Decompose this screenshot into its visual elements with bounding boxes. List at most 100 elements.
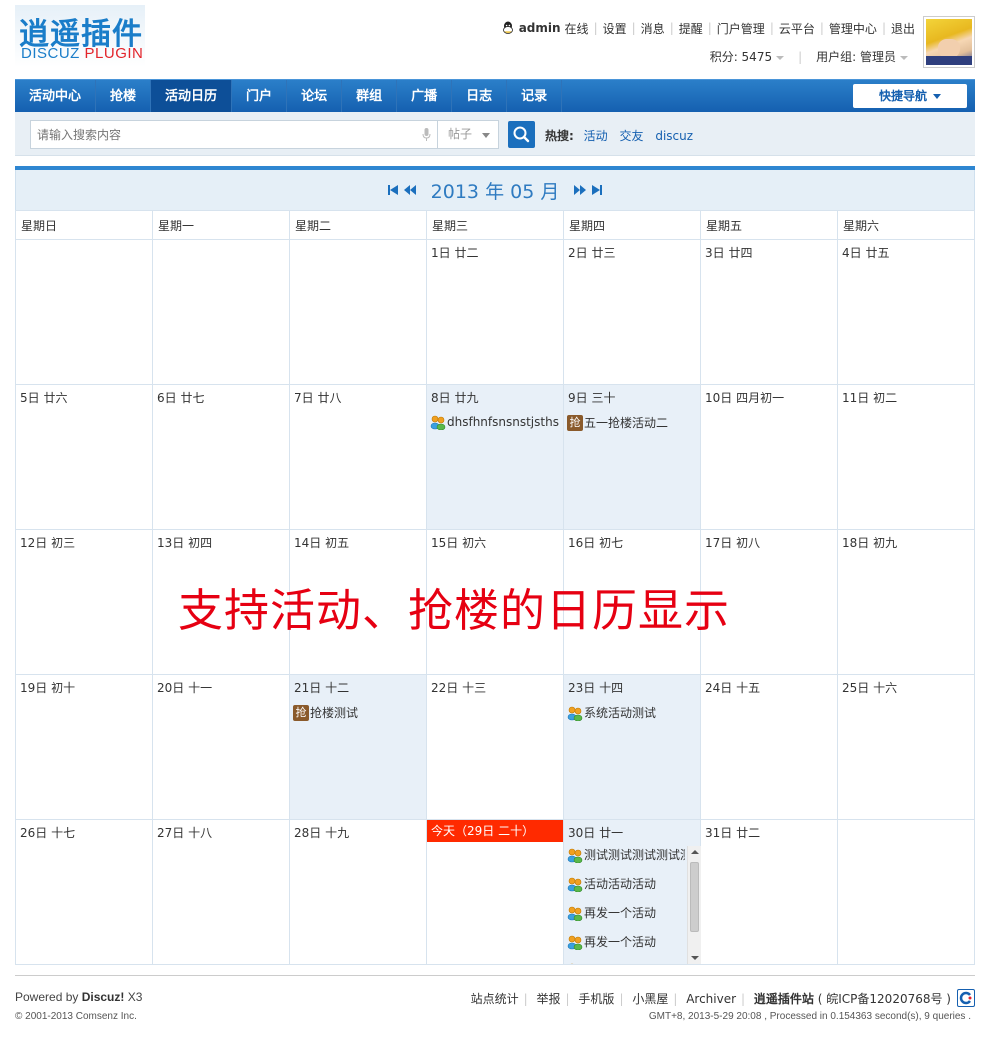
weekday-header: 星期日 [15, 210, 153, 240]
calendar-event-link[interactable]: 再发一个活动 [567, 933, 685, 950]
nav-item-portal[interactable]: 门户 [232, 80, 288, 113]
skip-forward-icon [592, 185, 603, 195]
footer-link-report[interactable]: 举报 [537, 992, 561, 1006]
divider: | [631, 21, 636, 35]
calendar-day-cell: 21日 十二抢抢楼测试 [289, 674, 427, 820]
user-bar: admin 在线 | 设置 | 消息 | 提醒 | 门户管理 | 云平台 | 管… [501, 20, 915, 36]
calendar-day-cell: 31日 廿二 [700, 819, 838, 965]
admin-center-link[interactable]: 管理中心 [829, 20, 877, 37]
discuz-link[interactable]: Discuz! [82, 990, 125, 1004]
calendar-day-cell: 30日 廿一测试测试测试测试测试活动活动活动再发一个活动再发一个活动 [563, 819, 701, 965]
nav-item-qianglou[interactable]: 抢楼 [96, 80, 152, 113]
footer-link-archiver[interactable]: Archiver [686, 992, 736, 1006]
cnzz-stats-icon[interactable] [957, 989, 975, 1007]
portal-admin-link[interactable]: 门户管理 [717, 20, 765, 37]
hot-term-link[interactable]: 交友 [619, 129, 643, 143]
search-input[interactable] [31, 121, 411, 148]
day-event-scroll-list[interactable]: 测试测试测试测试测试活动活动活动再发一个活动再发一个活动 [567, 846, 701, 964]
credits-text: 积分: 5475 [709, 50, 773, 64]
calendar-event-link[interactable]: 再发一个活动 [567, 904, 685, 921]
day-label: 21日 十二 [294, 681, 350, 695]
event-list-scrollbar[interactable] [687, 846, 701, 964]
scroll-down-arrow-icon[interactable] [691, 956, 699, 960]
cloud-platform-link[interactable]: 云平台 [779, 20, 815, 37]
day-label: 14日 初五 [294, 536, 350, 550]
day-label: 9日 三十 [568, 391, 616, 405]
hot-term-link[interactable]: discuz [655, 129, 693, 143]
nav-item-activity-calendar[interactable]: 活动日历 [151, 80, 233, 113]
search-button[interactable] [508, 121, 535, 148]
credits-dropdown[interactable]: 积分: 5475 [709, 48, 785, 65]
nav-item-records[interactable]: 记录 [507, 80, 563, 113]
divider: | [741, 992, 746, 1006]
activity-people-icon [567, 848, 583, 863]
next-month-button[interactable] [573, 184, 587, 196]
calendar-day-cell [152, 239, 290, 385]
calendar-event-title: 再发一个活动 [584, 935, 657, 949]
day-label: 13日 初四 [157, 536, 213, 550]
main-nav: 活动中心 抢楼 活动日历 门户 论坛 群组 广播 日志 记录 快捷导航 [15, 79, 975, 113]
quick-nav-button[interactable]: 快捷导航 [853, 84, 967, 108]
day-label: 26日 十七 [20, 826, 76, 840]
day-label: 28日 十九 [294, 826, 350, 840]
today-day-label: 今天（29日 二十） [427, 820, 563, 842]
calendar-event-link[interactable]: 测试测试测试测试测试 [567, 846, 685, 863]
prev-month-button[interactable] [403, 184, 417, 196]
weekday-header: 星期五 [700, 210, 838, 240]
qianglou-icon: 抢 [293, 704, 309, 721]
scroll-up-arrow-icon[interactable] [691, 850, 699, 854]
last-month-button[interactable] [591, 184, 603, 196]
usergroup-text: 用户组: 管理员 [816, 50, 896, 64]
logout-link[interactable]: 退出 [891, 20, 915, 37]
day-label: 7日 廿八 [294, 391, 342, 405]
search-type-value: 帖子 [448, 127, 473, 141]
footer-site-name[interactable]: 逍遥插件站 [754, 992, 814, 1006]
footer-processing-info: GMT+8, 2013-5-29 20:08 , Processed in 0.… [648, 1011, 971, 1022]
qq-icon[interactable] [501, 21, 515, 35]
activity-people-icon [570, 963, 574, 964]
calendar-event-link[interactable]: 系统活动测试 [567, 704, 697, 721]
weekday-header: 星期三 [426, 210, 564, 240]
footer-link-blacklist[interactable]: 小黑屋 [632, 992, 668, 1006]
calendar-day-cell: 6日 廿七 [152, 384, 290, 530]
hot-search-label: 热搜: [545, 129, 574, 143]
scrollbar-thumb[interactable] [690, 862, 699, 932]
calendar-event-link[interactable] [567, 962, 685, 964]
logo-en-text: DISCUZ PLUGIN [21, 45, 143, 62]
nav-item-forum[interactable]: 论坛 [287, 80, 343, 113]
nav-item-broadcast[interactable]: 广播 [397, 80, 453, 113]
footer-link-mobile[interactable]: 手机版 [578, 992, 614, 1006]
divider: | [565, 992, 570, 1006]
calendar-week-row: 1日 廿二 2日 廿三 3日 廿四 4日 廿五 [15, 239, 975, 385]
footer-link-stats[interactable]: 站点统计 [471, 992, 519, 1006]
nav-item-blog[interactable]: 日志 [452, 80, 508, 113]
calendar-event-link[interactable]: 活动活动活动 [567, 875, 685, 892]
microphone-icon[interactable] [422, 128, 431, 142]
reminders-link[interactable]: 提醒 [679, 20, 703, 37]
avatar[interactable] [923, 16, 975, 68]
calendar-event-link[interactable]: dhsfhnfsnsnstjsthsh [430, 414, 560, 430]
search-type-select[interactable]: 帖子 [438, 120, 499, 149]
divider: | [619, 992, 624, 1006]
calendar-event-link[interactable]: 抢五一抢楼活动二 [567, 414, 697, 431]
settings-link[interactable]: 设置 [603, 20, 627, 37]
nav-item-groups[interactable]: 群组 [342, 80, 398, 113]
calendar-week-row: 5日 廿六 6日 廿七 7日 廿八 8日 廿九 dhsfhnfsnsnstjsthsh 9… [15, 384, 975, 530]
chevron-down-icon [933, 94, 941, 99]
day-label: 15日 初六 [431, 536, 487, 550]
first-month-button[interactable] [387, 184, 399, 196]
calendar-event-title: 抢楼测试 [310, 706, 359, 720]
usergroup-dropdown[interactable]: 用户组: 管理员 [816, 48, 908, 65]
stats-logo-icon [959, 991, 972, 1005]
site-logo[interactable]: 逍遥插件 DISCUZ PLUGIN [15, 5, 145, 67]
calendar-day-cell [837, 819, 975, 965]
hot-term-link[interactable]: 活动 [584, 129, 608, 143]
footer-icp[interactable]: ( 皖ICP备12020768号 ) [818, 992, 951, 1006]
messages-link[interactable]: 消息 [641, 20, 665, 37]
day-label: 16日 初七 [568, 536, 624, 550]
calendar-week-row: 26日 十七 27日 十八 28日 十九 今天（29日 二十） 30日 廿一 测试测试测试… [15, 819, 975, 965]
calendar-event-link[interactable]: 抢抢楼测试 [293, 704, 423, 721]
username-link[interactable]: admin [519, 21, 561, 35]
nav-item-activity-center[interactable]: 活动中心 [15, 80, 97, 113]
calendar-day-cell: 4日 廿五 [837, 239, 975, 385]
